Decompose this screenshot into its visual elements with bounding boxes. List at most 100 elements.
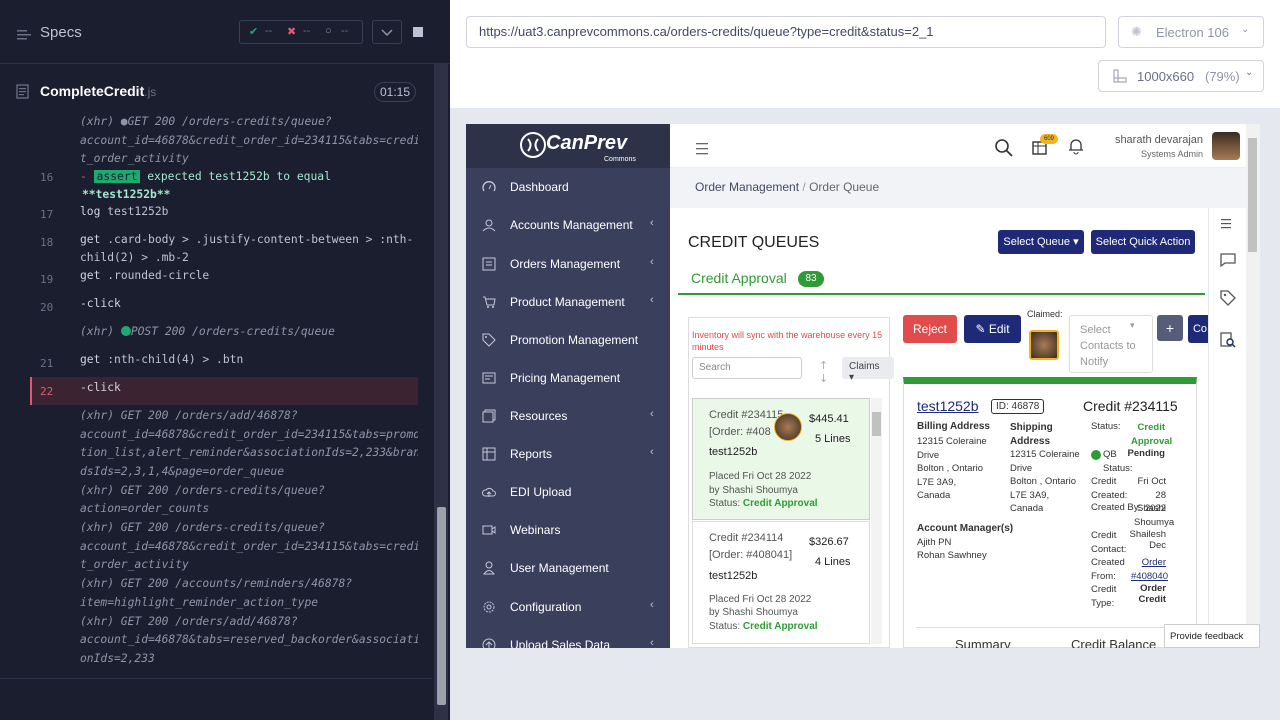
chevron-left-icon: ‹ — [650, 294, 654, 306]
status-label: Status: — [1091, 421, 1121, 432]
get-command[interactable]: get .card-body > .justify-content-betwee… — [80, 231, 413, 250]
claims-dropdown[interactable]: Claims ▾ — [842, 357, 894, 383]
xhr-line: onIds=2,233 — [80, 652, 155, 665]
xhr-line[interactable]: (xhr) GET 200 /orders-credits/queue? — [80, 482, 325, 501]
page-title: CREDIT QUEUES — [688, 234, 820, 251]
sidebar-item-webinars[interactable]: Webinars — [466, 512, 670, 550]
cloud-upload-icon — [481, 485, 496, 499]
url-bar[interactable]: https://uat3.canprevcommons.ca/orders-cr… — [466, 16, 1106, 48]
chevron-left-icon: ‹ — [650, 637, 654, 648]
contacts-select[interactable]: Select Contacts to Notify — [1069, 315, 1153, 373]
created-from-link[interactable]: Order #408040 — [1131, 556, 1168, 583]
reject-button[interactable]: Reject — [903, 315, 957, 343]
sidebar-item-reports[interactable]: Reports ‹ — [466, 436, 670, 474]
video-icon — [482, 523, 496, 537]
avatar[interactable] — [1212, 132, 1240, 160]
edit-button[interactable]: ✎ Edit — [964, 315, 1021, 343]
viewport-info[interactable]: 1000x660 (79%) ⌄ — [1098, 60, 1264, 92]
sidebar-item-promotion[interactable]: Promotion Management — [466, 322, 670, 360]
cart-icon — [482, 295, 496, 309]
xhr-line: t_order_activity — [80, 558, 189, 571]
xhr-line[interactable]: (xhr) GET 200 /orders/add/46878? — [80, 613, 298, 632]
select-quick-action-button[interactable]: Select Quick Action — [1091, 230, 1195, 254]
xhr-line: dsIds=2,3,1,4&page=order_queue — [80, 465, 285, 478]
file-icon — [16, 84, 30, 104]
pending-value: Pending — [1127, 448, 1165, 459]
xhr-line[interactable]: (xhr) POST 200 /orders-credits/queue — [80, 323, 335, 342]
chevron-down-icon[interactable] — [372, 20, 402, 44]
tag-icon[interactable] — [1220, 290, 1236, 310]
log-line: (xhr) ●GET 200 /orders-credits/queue? — [80, 115, 332, 128]
created-by-value: Shashi Shoumya — [1134, 503, 1175, 528]
credit-created-label: Credit Created: — [1091, 476, 1128, 501]
list-scroll-thumb[interactable] — [872, 412, 881, 436]
provide-feedback-button[interactable]: Provide feedback — [1164, 624, 1260, 648]
bell-icon[interactable] — [1068, 137, 1084, 159]
assert-command[interactable]: - assert expected test1252b to equal — [80, 168, 331, 187]
get-command[interactable]: get :nth-child(4) > .btn — [80, 351, 243, 370]
log-scroll-thumb[interactable] — [437, 507, 446, 705]
xhr-line: action=order_counts — [80, 502, 210, 515]
sidebar-item-products[interactable]: Product Management ‹ — [466, 284, 670, 322]
card-by: by Shashi Shoumya — [709, 607, 798, 618]
get-command[interactable]: get .rounded-circle — [80, 267, 209, 286]
add-button[interactable]: + — [1157, 315, 1183, 341]
pending-icon: ○ — [325, 25, 332, 37]
line-number: 17 — [40, 208, 54, 221]
breadcrumb-order-management[interactable]: Order Management — [695, 180, 799, 194]
app-scroll-thumb[interactable] — [1248, 138, 1257, 252]
card-amount: $445.41 — [809, 413, 849, 425]
card-credit: Credit #234115 — [709, 409, 784, 421]
account-link[interactable]: test1252b — [917, 398, 979, 414]
card-order: [Order: #408041] — [709, 549, 793, 561]
sort-icon[interactable]: ↑ ↓ — [819, 359, 828, 385]
search-icon[interactable] — [994, 138, 1014, 162]
credit-type-value: Order Credit — [1138, 583, 1166, 605]
log-command[interactable]: log test1252b — [80, 203, 168, 222]
breadcrumb-text: Order Management / Order Queue — [695, 180, 880, 194]
sidebar-item-resources[interactable]: Resources ‹ — [466, 398, 670, 436]
xhr-line[interactable]: (xhr) GET 200 /accounts/reminders/46878? — [80, 575, 352, 594]
resources-icon — [482, 409, 496, 423]
comment-icon[interactable] — [1220, 252, 1236, 272]
line-number: 18 — [40, 236, 54, 249]
user-name[interactable]: sharath devarajan — [1111, 134, 1203, 146]
specs-label[interactable]: Specs — [40, 24, 82, 41]
search-input[interactable]: Search — [692, 357, 802, 379]
sidebar-item-accounts[interactable]: Accounts Management ‹ — [466, 207, 670, 245]
test-timer: 01:15 — [374, 82, 416, 102]
logo[interactable]: CanPrev Commons — [466, 124, 670, 168]
avatar[interactable] — [1029, 330, 1059, 360]
pending-count: -- — [341, 25, 349, 37]
xhr-line[interactable]: (xhr) GET 200 /orders/add/46878? — [80, 407, 298, 426]
sidebar-item-edi-upload[interactable]: EDI Upload — [466, 474, 670, 512]
list-icon[interactable] — [1221, 214, 1233, 233]
billing-label: Billing Address — [917, 421, 990, 432]
card-status: Status: Credit Approval — [709, 621, 818, 632]
document-search-icon[interactable] — [1220, 332, 1236, 352]
shipping-address: 12315 Coleraine Drive Bolton , Ontario L7E … — [1010, 449, 1080, 514]
account-managers-label: Account Manager(s) — [917, 523, 1014, 534]
browser-selector[interactable]: ✺ Electron 106 ⌄ — [1118, 16, 1264, 48]
divider — [0, 678, 432, 679]
click-command[interactable]: -click — [80, 295, 121, 314]
tag-icon — [482, 333, 496, 347]
select-queue-button[interactable]: Select Queue ▾ — [998, 230, 1084, 254]
specs-list-icon[interactable] — [17, 26, 31, 40]
sidebar-item-dashboard[interactable]: Dashboard — [466, 169, 670, 207]
click-command[interactable]: -click — [80, 379, 121, 398]
hamburger-icon[interactable] — [696, 140, 710, 159]
sidebar-item-upload-sales[interactable]: Upload Sales Data ‹ — [466, 627, 670, 648]
breadcrumb-order-queue: Order Queue — [809, 180, 880, 194]
chevron-down-icon: ⌄ — [1245, 67, 1254, 78]
stop-icon[interactable] — [406, 20, 430, 44]
divider — [916, 627, 1186, 628]
sidebar-item-orders[interactable]: Orders Management ‹ — [466, 246, 670, 284]
avatar[interactable] — [774, 413, 802, 441]
sidebar-item-user-management[interactable]: User Management — [466, 550, 670, 588]
sidebar-item-configuration[interactable]: Configuration ‹ — [466, 589, 670, 627]
sidebar-item-pricing[interactable]: Pricing Management — [466, 360, 670, 398]
card-placed: Placed Fri Oct 28 2022 — [709, 594, 812, 605]
tab-credit-approval[interactable]: Credit Approval — [691, 270, 787, 286]
xhr-line[interactable]: (xhr) GET 200 /orders-credits/queue? — [80, 519, 325, 538]
